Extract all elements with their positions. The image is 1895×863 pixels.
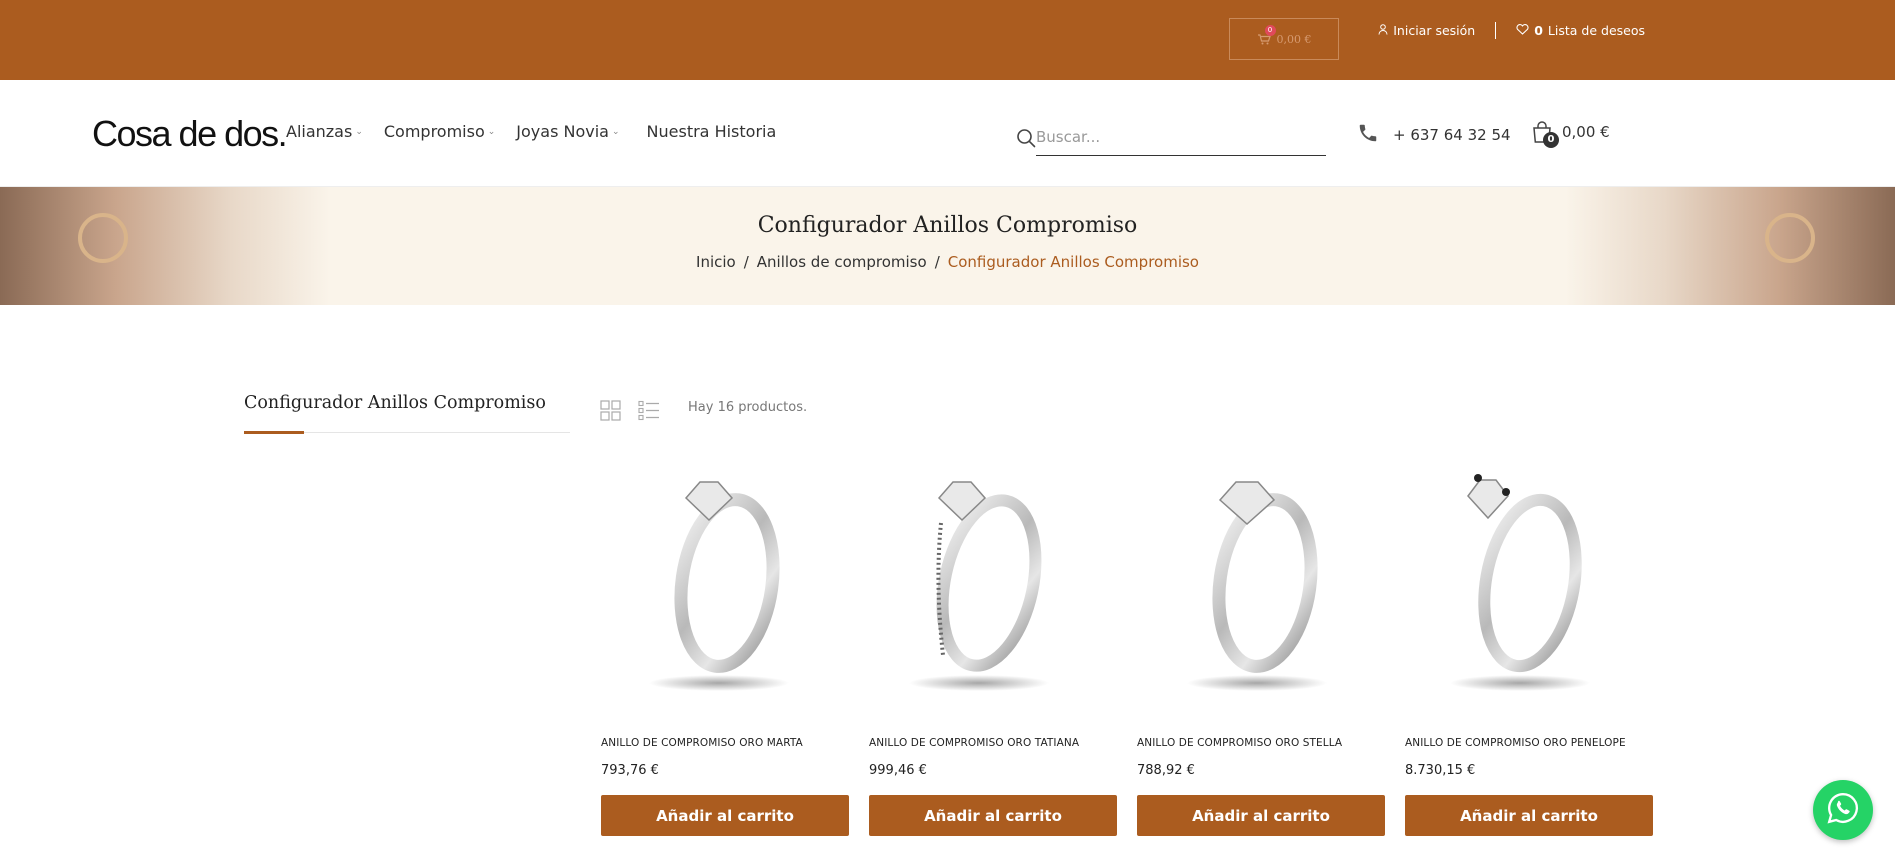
logo[interactable]: Cosa de dos.: [92, 113, 288, 155]
search-icon[interactable]: [1016, 128, 1036, 152]
login-label: Iniciar sesión: [1393, 23, 1476, 38]
chevron-down-icon: ⌄: [611, 126, 620, 137]
add-to-cart-button[interactable]: Añadir al carrito: [601, 795, 849, 836]
product-name[interactable]: ANILLO DE COMPROMISO ORO STELLA: [1137, 737, 1385, 749]
search-input[interactable]: [1036, 118, 1326, 156]
main-nav: Alianzas ⌄ Compromiso ⌄ Joyas Novia ⌄ Nu…: [286, 122, 776, 141]
cart-amount: 0,00 €: [1562, 123, 1610, 141]
nav-label: Alianzas: [286, 122, 353, 141]
product-card[interactable]: ANILLO DE COMPROMISO ORO PENELOPE 8.730,…: [1405, 465, 1653, 836]
breadcrumb: Inicio / Anillos de compromiso / Configurado…: [0, 253, 1895, 271]
page-banner: Configurador Anillos Compromiso Inicio / A…: [0, 187, 1895, 305]
nav-label: Joyas Novia: [516, 122, 609, 141]
mini-cart[interactable]: 0 0,00 €: [1229, 18, 1339, 60]
product-price: 793,76 €: [601, 763, 659, 778]
product-name[interactable]: ANILLO DE COMPROMISO ORO MARTA: [601, 737, 849, 749]
add-to-cart-button[interactable]: Añadir al carrito: [1405, 795, 1653, 836]
login-link[interactable]: Iniciar sesión: [1378, 23, 1475, 38]
nav-item-nuestra-historia[interactable]: Nuestra Historia: [647, 122, 777, 141]
product-price: 788,92 €: [1137, 763, 1195, 778]
divider: [1495, 22, 1497, 39]
wishlist-link[interactable]: 0 Lista de deseos: [1516, 23, 1645, 38]
nav-label: Nuestra Historia: [646, 122, 777, 141]
mini-cart-amount: 0,00 €: [1276, 32, 1312, 46]
whatsapp-icon: [1826, 791, 1860, 829]
product-price: 999,46 €: [869, 763, 927, 778]
product-card[interactable]: ANILLO DE COMPROMISO ORO STELLA 788,92 €…: [1137, 465, 1385, 836]
product-name[interactable]: ANILLO DE COMPROMISO ORO TATIANA: [869, 737, 1117, 749]
user-icon: [1378, 23, 1388, 38]
banner-image-right: [1565, 187, 1895, 305]
nav-label: Compromiso: [383, 122, 485, 141]
phone-number: + 637 64 32 54: [1393, 126, 1511, 144]
product-name[interactable]: ANILLO DE COMPROMISO ORO PENELOPE: [1405, 737, 1653, 749]
cart-count-badge: 0: [1543, 132, 1559, 148]
shopping-bag-icon: 0: [1530, 120, 1559, 148]
breadcrumb-category[interactable]: Anillos de compromiso: [757, 253, 927, 271]
chevron-down-icon: ⌄: [487, 126, 496, 137]
product-price: 8.730,15 €: [1405, 763, 1476, 778]
add-to-cart-button[interactable]: Añadir al carrito: [1137, 795, 1385, 836]
product-image[interactable]: [601, 465, 849, 705]
product-count: Hay 16 productos.: [688, 400, 808, 415]
cart-badge: 0: [1264, 24, 1276, 36]
product-image[interactable]: [1405, 465, 1653, 705]
phone-icon: [1357, 122, 1379, 148]
heart-icon: [1516, 23, 1529, 38]
breadcrumb-separator: /: [934, 253, 940, 271]
header-cart[interactable]: 0 0,00 €: [1530, 120, 1610, 148]
top-bar: 0 0,00 € Iniciar sesión 0 Lista de deseo…: [0, 0, 1895, 80]
whatsapp-button[interactable]: [1813, 780, 1873, 840]
breadcrumb-current: Configurador Anillos Compromiso: [947, 253, 1199, 271]
list-view-icon[interactable]: [638, 400, 660, 425]
wishlist-label: Lista de deseos: [1547, 23, 1645, 38]
banner-image-left: [0, 187, 330, 305]
nav-item-compromiso[interactable]: Compromiso ⌄: [384, 122, 495, 141]
breadcrumb-home[interactable]: Inicio: [696, 253, 736, 271]
chevron-down-icon: ⌄: [355, 126, 363, 137]
product-image[interactable]: [1137, 465, 1385, 705]
product-card[interactable]: ANILLO DE COMPROMISO ORO TATIANA 999,46 …: [869, 465, 1117, 836]
main-header: Cosa de dos. Alianzas ⌄ Compromiso ⌄ Joy…: [0, 80, 1895, 187]
nav-item-alianzas[interactable]: Alianzas ⌄: [286, 122, 363, 141]
nav-item-joyas-novia[interactable]: Joyas Novia ⌄: [516, 122, 619, 141]
cart-icon: 0: [1257, 24, 1276, 45]
breadcrumb-separator: /: [743, 253, 749, 271]
search-bar: [1014, 118, 1326, 156]
sidebar-accent: [244, 431, 304, 434]
product-card[interactable]: ANILLO DE COMPROMISO ORO MARTA 793,76 € …: [601, 465, 849, 836]
product-image[interactable]: [869, 465, 1117, 705]
grid-view-icon[interactable]: [600, 400, 621, 425]
sidebar-title: Configurador Anillos Compromiso: [244, 393, 546, 413]
phone-contact[interactable]: + 637 64 32 54: [1357, 122, 1511, 148]
page-title: Configurador Anillos Compromiso: [757, 213, 1138, 238]
wishlist-count: 0: [1534, 23, 1543, 38]
add-to-cart-button[interactable]: Añadir al carrito: [869, 795, 1117, 836]
